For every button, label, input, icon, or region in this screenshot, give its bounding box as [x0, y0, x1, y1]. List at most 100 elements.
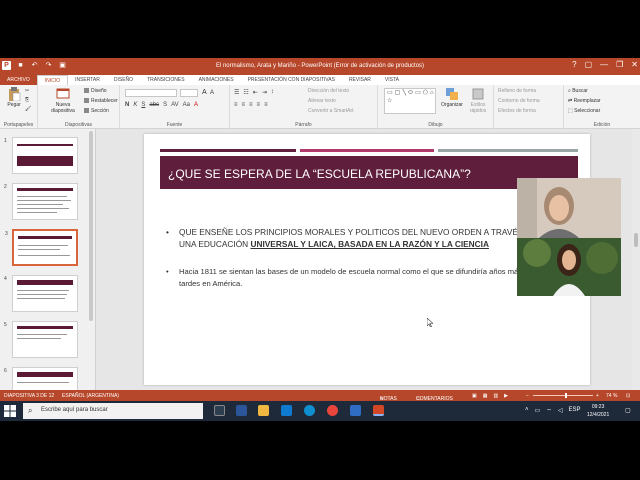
- task-view-icon[interactable]: [214, 405, 225, 416]
- numbering-icon[interactable]: ☷: [243, 89, 248, 96]
- tab-insertar[interactable]: INSERTAR: [68, 75, 107, 85]
- view-buttons[interactable]: ▣▦▥▶: [472, 393, 514, 399]
- organize-icon: [446, 88, 458, 100]
- slide-title[interactable]: ¿QUE SE ESPERA DE LA “ESCUELA REPUBLICAN…: [168, 167, 471, 181]
- line-spacing-icon[interactable]: ↕: [271, 89, 274, 96]
- underline-icon[interactable]: S: [141, 102, 145, 108]
- scrollbar-thumb[interactable]: [634, 233, 638, 247]
- powerpoint-icon[interactable]: [373, 405, 384, 416]
- thumbnail-slide-1[interactable]: 1: [4, 137, 78, 174]
- cut-icon[interactable]: ✂: [25, 88, 29, 94]
- format-painter-icon[interactable]: 🖌: [25, 106, 31, 112]
- language-status[interactable]: ESPAÑOL (ARGENTINA): [62, 393, 119, 399]
- italic-icon[interactable]: K: [133, 102, 137, 108]
- paste-label: Pegar: [7, 102, 21, 108]
- thumbnail-slide-5[interactable]: 5: [4, 321, 78, 358]
- thumbnail-slide-6[interactable]: 6: [4, 367, 78, 390]
- zoom-level[interactable]: 74 %: [606, 393, 617, 399]
- shape-effects-button[interactable]: Efectos de forma: [498, 108, 536, 114]
- zoom-in-icon[interactable]: +: [596, 393, 599, 399]
- layout-button[interactable]: Diseño: [84, 88, 107, 94]
- shapes-gallery[interactable]: ▭▢╲⬭▭⬠⌂▽╲⌐☐◯⌂╭◠{}☆: [384, 88, 436, 114]
- select-button[interactable]: ⬚ Seleccionar: [568, 108, 600, 114]
- replace-button[interactable]: ⇄ Reemplazar: [568, 98, 601, 104]
- tab-archivo[interactable]: ARCHIVO: [0, 75, 37, 85]
- file-explorer-icon[interactable]: [258, 405, 269, 416]
- tab-revisar[interactable]: REVISAR: [342, 75, 378, 85]
- quick-styles-button[interactable]: Estilos rápidos: [466, 87, 490, 114]
- font-format-row: N K S abc S AV Aa A: [125, 102, 198, 108]
- search-input[interactable]: Escribe aquí para buscar: [41, 407, 108, 413]
- fit-slide-icon[interactable]: ⊡: [626, 393, 630, 399]
- section-label: Sección: [91, 108, 109, 114]
- tab-vista[interactable]: VISTA: [378, 75, 406, 85]
- spacing-icon[interactable]: AV: [171, 102, 179, 108]
- chevron-up-icon[interactable]: ˄: [525, 407, 529, 415]
- reset-button[interactable]: Restablecer: [84, 98, 118, 104]
- new-slide-button[interactable]: Nueva diapositiva: [46, 87, 80, 114]
- zoom-out-icon[interactable]: −: [526, 393, 529, 399]
- font-color-icon[interactable]: A: [194, 102, 198, 108]
- justify-icon[interactable]: ≡: [257, 102, 261, 108]
- edge-icon[interactable]: [304, 405, 315, 416]
- align-text-button[interactable]: Alinear texto: [308, 98, 336, 104]
- restore-button[interactable]: ❐: [616, 60, 623, 69]
- slide-thumbnails-pane: 1 2 3 4 5 6: [0, 129, 96, 390]
- app-icon[interactable]: [350, 405, 361, 416]
- section-button[interactable]: Sección: [84, 108, 109, 114]
- notifications-icon[interactable]: ▢: [625, 407, 631, 414]
- font-name-input[interactable]: [125, 89, 177, 97]
- smartart-button[interactable]: Convertir a SmartArt: [308, 108, 354, 114]
- tab-animaciones[interactable]: ANIMACIONES: [192, 75, 241, 85]
- tab-diseno[interactable]: DISEÑO: [107, 75, 140, 85]
- shrink-font-icon[interactable]: A: [210, 90, 214, 96]
- bullets-icon[interactable]: ☰: [234, 89, 239, 96]
- tab-presentacion[interactable]: PRESENTACIÓN CON DIAPOSITIVAS: [241, 75, 342, 85]
- organize-button[interactable]: Organizar: [440, 87, 464, 108]
- paste-button[interactable]: Pegar: [3, 87, 25, 108]
- shape-outline-button[interactable]: Contorno de forma: [498, 98, 540, 104]
- align-right-icon[interactable]: ≡: [249, 102, 253, 108]
- tab-transiciones[interactable]: TRANSICIONES: [140, 75, 192, 85]
- network-icon[interactable]: ⌔: [546, 407, 552, 415]
- tab-inicio[interactable]: INICIO: [36, 75, 69, 85]
- canvas-scrollbar[interactable]: [632, 129, 640, 390]
- zoom-slider-knob[interactable]: [565, 393, 567, 398]
- increase-indent-icon[interactable]: ⇥: [262, 89, 267, 96]
- shadow-icon[interactable]: S: [163, 102, 167, 108]
- word-icon[interactable]: [236, 405, 247, 416]
- grow-font-icon[interactable]: A: [202, 89, 207, 96]
- minimize-button[interactable]: —: [600, 60, 608, 69]
- shape-fill-button[interactable]: Relleno de forma: [498, 88, 536, 94]
- ribbon-display-icon[interactable]: ▢: [585, 60, 593, 69]
- align-left-icon[interactable]: ≡: [234, 102, 238, 108]
- taskbar-search[interactable]: ⌕ Escribe aquí para buscar: [23, 403, 203, 419]
- language-indicator[interactable]: ESP: [568, 407, 580, 415]
- windows-start-icon[interactable]: [4, 405, 16, 417]
- taskbar: ⌕ Escribe aquí para buscar ˄ ▭ ⌔ ◁ ESP 0…: [0, 401, 640, 421]
- columns-icon[interactable]: ≡: [264, 102, 268, 108]
- thumbnail-slide-3[interactable]: 3: [5, 229, 78, 266]
- help-icon[interactable]: ?: [572, 60, 576, 69]
- font-size-input[interactable]: [180, 89, 198, 97]
- battery-icon[interactable]: ▭: [535, 407, 541, 415]
- align-center-icon[interactable]: ≡: [242, 102, 246, 108]
- decrease-indent-icon[interactable]: ⇤: [253, 89, 258, 96]
- thumbnail-slide-2[interactable]: 2: [4, 183, 78, 220]
- bold-icon[interactable]: N: [125, 102, 129, 108]
- find-button[interactable]: ⌕ Buscar: [568, 88, 588, 94]
- mail-icon[interactable]: [281, 405, 292, 416]
- thumbnail-slide-4[interactable]: 4: [4, 275, 78, 312]
- chrome-icon[interactable]: [327, 405, 338, 416]
- text-direction-button[interactable]: Dirección del texto: [308, 88, 349, 94]
- quick-styles-label: Estilos rápidos: [469, 102, 487, 114]
- thumbnails-scrollbar[interactable]: [89, 131, 93, 321]
- bullet-text: Hacia 1811 se sientan las bases de un mo…: [179, 267, 523, 276]
- clock[interactable]: 09:23 12/4/2021: [587, 403, 609, 419]
- close-button[interactable]: ✕: [631, 60, 638, 69]
- strikethrough-icon[interactable]: abc: [149, 102, 159, 108]
- copy-icon[interactable]: ⎘: [25, 97, 29, 103]
- zoom-slider[interactable]: [533, 395, 593, 396]
- volume-icon[interactable]: ◁: [558, 407, 563, 415]
- change-case-icon[interactable]: Aa: [183, 102, 190, 108]
